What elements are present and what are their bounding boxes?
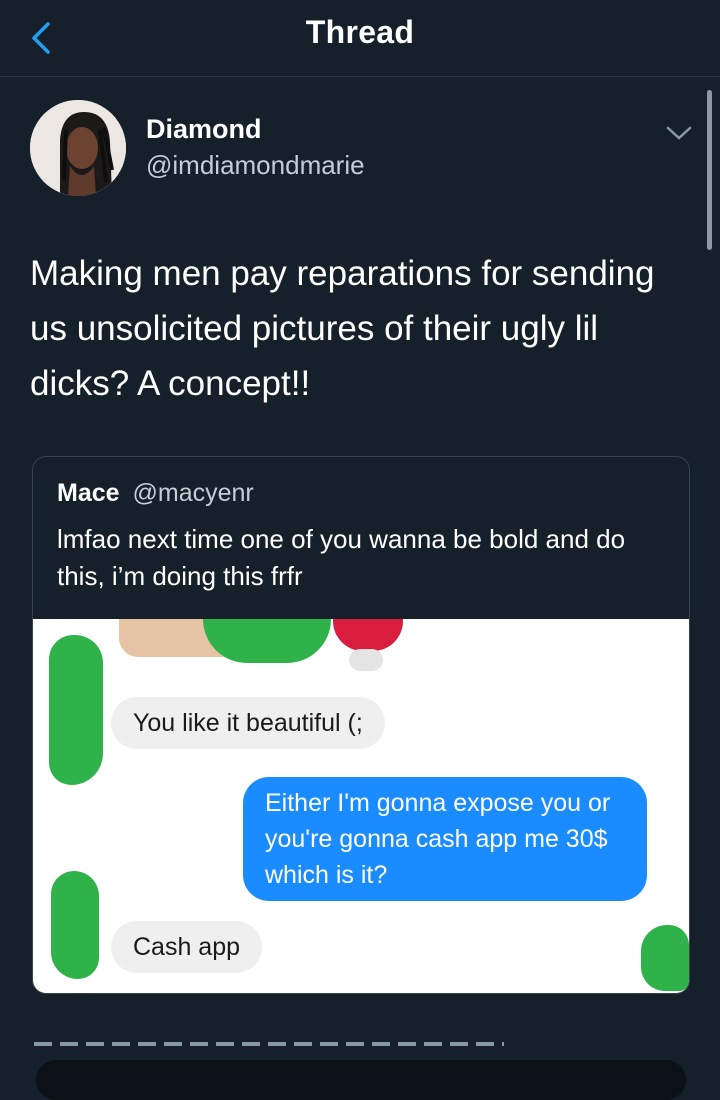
censor-blob [51,871,99,979]
avatar[interactable] [30,100,126,196]
message-incoming: Cash app [111,921,263,973]
quote-author-handle: @macyenr [132,479,254,507]
quoted-tweet[interactable]: Mace @macyenr lmfao next time one of you… [32,456,690,994]
tweet-text: Making men pay reparations for sending u… [30,254,655,403]
author-name[interactable]: Diamond [146,114,262,145]
message-incoming: You like it beautiful (; [111,697,385,749]
message-outgoing: Either I'm gonna expose you or you're go… [243,777,647,901]
top-bar: Thread [0,0,720,77]
author-handle[interactable]: @imdiamondmarie [146,150,365,181]
quote-header: Mace @macyenr [57,479,254,508]
image-fragment [333,619,403,651]
tweet-timestamp-cropped [34,1040,534,1050]
censor-blob [49,635,103,785]
tweet-menu-button[interactable] [664,122,694,144]
censor-blob [641,925,689,991]
quote-image[interactable]: You like it beautiful (; Either I'm gonn… [33,619,689,993]
quote-author-name: Mace [57,479,120,507]
reply-bar[interactable] [36,1060,686,1100]
page-title: Thread [305,14,415,50]
reaction-icon [349,649,383,671]
chevron-down-icon [666,126,692,140]
scrollbar[interactable] [707,90,712,250]
quote-text: lmfao next time one of you wanna be bold… [57,524,626,591]
